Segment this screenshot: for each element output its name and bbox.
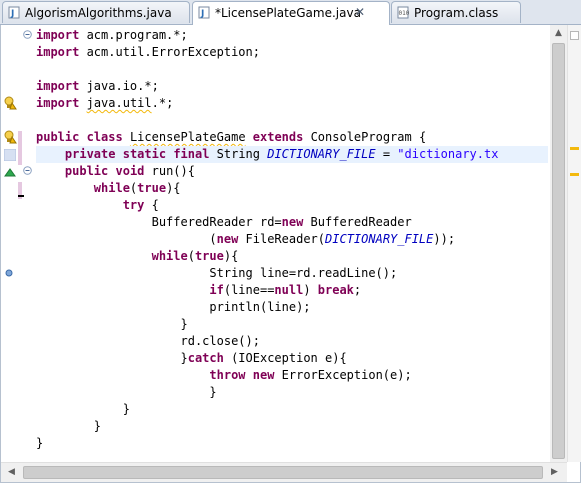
breakpoint-icon[interactable] — [5, 269, 13, 277]
tab-label: Program.class — [414, 6, 499, 20]
java-file-icon: J — [8, 6, 20, 19]
code-line-13: (new FileReader(DICTIONARY_FILE)); — [36, 232, 456, 246]
quick-diff-marker — [18, 131, 22, 148]
code-line-22: } — [36, 385, 217, 399]
code-line-9: public void run(){ — [64, 164, 195, 178]
fold-minus-icon[interactable] — [23, 166, 32, 175]
scroll-up-button[interactable]: ▲ — [550, 25, 567, 42]
warning-bulb-icon[interactable] — [3, 96, 17, 110]
warning-bulb-icon[interactable] — [3, 130, 17, 144]
code-line-15: String line=rd.readLine(); — [36, 266, 398, 280]
quick-diff-deletion-marker — [18, 195, 24, 197]
code-line-14: while(true){ — [151, 249, 239, 263]
quick-diff-marker — [18, 148, 22, 165]
code-line-19: rd.close(); — [36, 334, 260, 348]
fold-minus-icon[interactable] — [23, 30, 32, 39]
horizontal-scrollbar[interactable]: ◀ ▶ — [1, 462, 567, 482]
code-line-11: try { — [122, 198, 159, 212]
code-line-10: while(true){ — [93, 181, 181, 195]
code-line-16: if(line==null) break; — [209, 283, 362, 297]
code-line-8-current: private static final String DICTIONARY_F… — [36, 146, 548, 163]
code-line-18: } — [36, 317, 188, 331]
scroll-right-button[interactable]: ▶ — [546, 464, 563, 481]
tab-label: AlgorismAlgorithms.java — [25, 6, 172, 20]
code-line-7: public class LicensePlateGame extends Co… — [36, 130, 427, 144]
vertical-scrollbar[interactable]: ▲ — [550, 25, 567, 462]
svg-text:J: J — [10, 9, 14, 19]
class-file-icon: 010 — [397, 6, 409, 19]
close-icon[interactable]: ✕ — [355, 5, 365, 19]
overview-warning-marker[interactable] — [570, 147, 579, 150]
code-text-area[interactable]: import acm.program.*; import acm.util.Er… — [36, 27, 548, 461]
code-line-4: import java.io.*; — [36, 79, 159, 93]
tab-label: *LicensePlateGame.java — [215, 6, 361, 20]
vertical-scroll-thumb[interactable] — [552, 43, 565, 459]
code-line-1: import acm.program.*; — [36, 28, 188, 42]
quick-diff-and-folding-column — [18, 25, 32, 462]
scroll-left-button[interactable]: ◀ — [3, 464, 20, 481]
code-line-17: println(line); — [36, 300, 311, 314]
tab-license-plate-game[interactable]: J *LicensePlateGame.java ✕ — [192, 1, 390, 25]
svg-text:010: 010 — [399, 10, 410, 17]
code-line-24: } — [36, 419, 102, 433]
code-line-21: throw new ErrorException(e); — [209, 368, 412, 382]
overview-ruler — [567, 25, 581, 462]
override-triangle-icon[interactable] — [4, 167, 16, 177]
tab-algorism-algorithms[interactable]: J AlgorismAlgorithms.java — [2, 1, 190, 23]
code-line-5: import java.util.*; — [36, 96, 174, 110]
svg-text:J: J — [200, 9, 204, 19]
code-line-23: } — [36, 402, 130, 416]
change-marker-icon — [4, 149, 16, 161]
vertical-ruler — [1, 25, 18, 462]
horizontal-scroll-thumb[interactable] — [23, 466, 543, 479]
overview-warning-marker[interactable] — [570, 173, 579, 176]
code-line-20: }catch (IOException e){ — [36, 351, 347, 365]
overview-status-icon[interactable] — [570, 31, 579, 40]
code-editor[interactable]: import acm.program.*; import acm.util.Er… — [0, 25, 581, 483]
code-line-25: } — [36, 436, 44, 450]
java-file-icon: J — [198, 6, 210, 19]
editor-tab-bar: J AlgorismAlgorithms.java J *LicensePlat… — [0, 0, 581, 25]
tab-program-class[interactable]: 010 Program.class — [391, 1, 521, 23]
code-line-2: import acm.util.ErrorException; — [36, 45, 260, 59]
code-line-12: BufferedReader rd=new BufferedReader — [36, 215, 412, 229]
